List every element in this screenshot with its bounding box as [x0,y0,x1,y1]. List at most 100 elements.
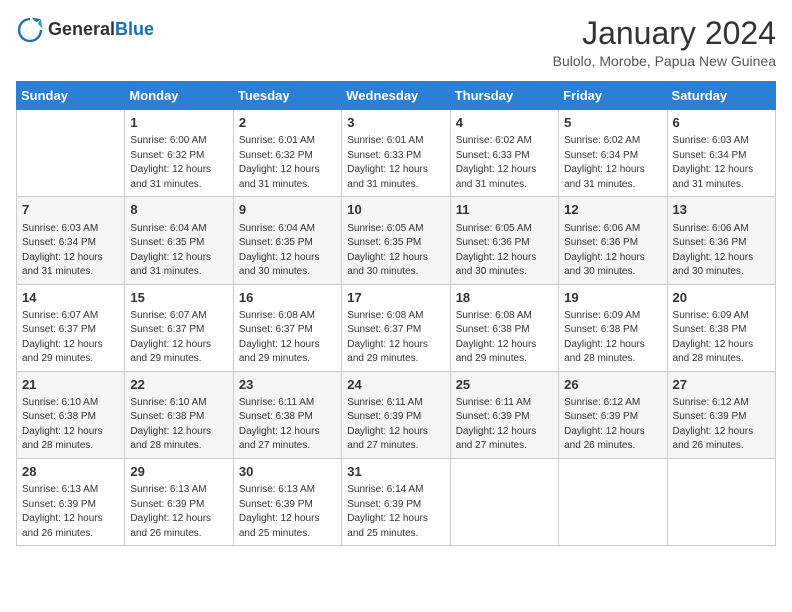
day-info: Sunrise: 6:13 AMSunset: 6:39 PMDaylight:… [22,483,119,541]
logo-general: General [48,19,115,39]
logo-text: GeneralBlue [48,20,154,40]
week-row-1: 1 Sunrise: 6:00 AMSunset: 6:32 PMDaylight… [17,110,776,197]
day-number: 13 [673,201,770,219]
day-info: Sunrise: 6:02 AMSunset: 6:34 PMDaylight:… [564,134,661,192]
week-row-4: 21Sunrise: 6:10 AMSunset: 6:38 PMDayligh… [17,371,776,458]
day-info: Sunrise: 6:03 AMSunset: 6:34 PMDaylight:… [673,134,770,192]
day-info: Sunrise: 6:12 AMSunset: 6:39 PMDaylight:… [564,396,661,454]
calendar-cell: 2Sunrise: 6:01 AMSunset: 6:32 PMDaylight… [233,110,341,197]
calendar-cell: 9 Sunrise: 6:04 AMSunset: 6:35 PMDaylight… [233,197,341,284]
col-header-thursday: Thursday [450,82,558,110]
calendar-cell: 13 Sunrise: 6:06 AMSunset: 6:36 PMDayligh… [667,197,775,284]
day-number: 19 [564,289,661,307]
calendar-cell: 7Sunrise: 6:03 AMSunset: 6:34 PMDaylight… [17,197,125,284]
day-info: Sunrise: 6:10 AMSunset: 6:38 PMDaylight:… [22,396,119,454]
day-number: 14 [22,289,119,307]
day-number: 8 [130,201,227,219]
day-info: Sunrise: 6:11 AMSunset: 6:39 PMDaylight:… [456,396,553,454]
day-number: 29 [130,463,227,481]
calendar-cell: 3 Sunrise: 6:01 AMSunset: 6:33 PMDaylight… [342,110,450,197]
calendar-cell: 27 Sunrise: 6:12 AMSunset: 6:39 PMDayligh… [667,371,775,458]
day-info: Sunrise: 6:07 AMSunset: 6:37 PMDaylight:… [22,309,119,367]
calendar-cell: 29 Sunrise: 6:13 AMSunset: 6:39 PMDayligh… [125,458,233,545]
day-info: Sunrise: 6:13 AMSunset: 6:39 PMDaylight:… [130,483,227,541]
day-info: Sunrise: 6:12 AMSunset: 6:39 PMDaylight:… [673,396,770,454]
day-info: Sunrise: 6:14 AMSunset: 6:39 PMDaylight:… [347,483,444,541]
day-number: 5 [564,114,661,132]
logo: GeneralBlue [16,16,154,44]
calendar-cell: 21Sunrise: 6:10 AMSunset: 6:38 PMDayligh… [17,371,125,458]
calendar-cell [450,458,558,545]
calendar-cell: 10 Sunrise: 6:05 AMSunset: 6:35 PMDayligh… [342,197,450,284]
calendar-cell [17,110,125,197]
day-info: Sunrise: 6:08 AMSunset: 6:38 PMDaylight:… [456,309,553,367]
day-number: 11 [456,201,553,219]
day-number: 30 [239,463,336,481]
calendar-header-row: SundayMondayTuesdayWednesdayThursdayFrid… [17,82,776,110]
calendar-cell: 28 Sunrise: 6:13 AMSunset: 6:39 PMDayligh… [17,458,125,545]
day-number: 2 [239,114,336,132]
calendar-cell: 12 Sunrise: 6:06 AMSunset: 6:36 PMDayligh… [559,197,667,284]
col-header-monday: Monday [125,82,233,110]
calendar-cell: 26 Sunrise: 6:12 AMSunset: 6:39 PMDayligh… [559,371,667,458]
day-number: 26 [564,376,661,394]
calendar-cell: 25 Sunrise: 6:11 AMSunset: 6:39 PMDayligh… [450,371,558,458]
col-header-saturday: Saturday [667,82,775,110]
calendar-cell: 24 Sunrise: 6:11 AMSunset: 6:39 PMDayligh… [342,371,450,458]
day-info: Sunrise: 6:09 AMSunset: 6:38 PMDaylight:… [673,309,770,367]
col-header-tuesday: Tuesday [233,82,341,110]
calendar-cell: 1 Sunrise: 6:00 AMSunset: 6:32 PMDaylight… [125,110,233,197]
calendar-cell: 14 Sunrise: 6:07 AMSunset: 6:37 PMDayligh… [17,284,125,371]
day-info: Sunrise: 6:07 AMSunset: 6:37 PMDaylight:… [130,309,227,367]
day-info: Sunrise: 6:00 AMSunset: 6:32 PMDaylight:… [130,134,227,192]
calendar-cell: 16Sunrise: 6:08 AMSunset: 6:37 PMDayligh… [233,284,341,371]
day-number: 22 [130,376,227,394]
calendar-cell: 11Sunrise: 6:05 AMSunset: 6:36 PMDayligh… [450,197,558,284]
day-info: Sunrise: 6:11 AMSunset: 6:39 PMDaylight:… [347,396,444,454]
day-info: Sunrise: 6:06 AMSunset: 6:36 PMDaylight:… [673,222,770,280]
day-number: 28 [22,463,119,481]
location-subtitle: Bulolo, Morobe, Papua New Guinea [553,53,776,69]
day-number: 27 [673,376,770,394]
day-info: Sunrise: 6:11 AMSunset: 6:38 PMDaylight:… [239,396,336,454]
day-info: Sunrise: 6:10 AMSunset: 6:38 PMDaylight:… [130,396,227,454]
day-number: 12 [564,201,661,219]
day-info: Sunrise: 6:04 AMSunset: 6:35 PMDaylight:… [130,222,227,280]
day-info: Sunrise: 6:05 AMSunset: 6:35 PMDaylight:… [347,222,444,280]
week-row-2: 7Sunrise: 6:03 AMSunset: 6:34 PMDaylight… [17,197,776,284]
calendar-cell [559,458,667,545]
day-number: 9 [239,201,336,219]
day-number: 10 [347,201,444,219]
calendar-cell: 15 Sunrise: 6:07 AMSunset: 6:37 PMDayligh… [125,284,233,371]
day-number: 3 [347,114,444,132]
day-info: Sunrise: 6:02 AMSunset: 6:33 PMDaylight:… [456,134,553,192]
logo-blue: Blue [115,19,154,39]
day-info: Sunrise: 6:01 AMSunset: 6:33 PMDaylight:… [347,134,444,192]
week-row-5: 28 Sunrise: 6:13 AMSunset: 6:39 PMDayligh… [17,458,776,545]
day-number: 17 [347,289,444,307]
day-number: 16 [239,289,336,307]
col-header-sunday: Sunday [17,82,125,110]
day-number: 1 [130,114,227,132]
col-header-friday: Friday [559,82,667,110]
calendar-cell: 30Sunrise: 6:13 AMSunset: 6:39 PMDayligh… [233,458,341,545]
logo-icon [16,16,44,44]
day-number: 25 [456,376,553,394]
calendar-cell: 8 Sunrise: 6:04 AMSunset: 6:35 PMDaylight… [125,197,233,284]
calendar-cell: 31Sunrise: 6:14 AMSunset: 6:39 PMDayligh… [342,458,450,545]
day-info: Sunrise: 6:04 AMSunset: 6:35 PMDaylight:… [239,222,336,280]
calendar-cell: 4 Sunrise: 6:02 AMSunset: 6:33 PMDaylight… [450,110,558,197]
month-year-title: January 2024 [553,16,776,51]
day-number: 15 [130,289,227,307]
day-number: 7 [22,201,119,219]
col-header-wednesday: Wednesday [342,82,450,110]
day-number: 23 [239,376,336,394]
page-header: GeneralBlue January 2024 Bulolo, Morobe,… [16,16,776,69]
day-number: 24 [347,376,444,394]
calendar-cell: 22 Sunrise: 6:10 AMSunset: 6:38 PMDayligh… [125,371,233,458]
week-row-3: 14 Sunrise: 6:07 AMSunset: 6:37 PMDayligh… [17,284,776,371]
day-number: 4 [456,114,553,132]
calendar-cell: 5 Sunrise: 6:02 AMSunset: 6:34 PMDaylight… [559,110,667,197]
calendar-table: SundayMondayTuesdayWednesdayThursdayFrid… [16,81,776,546]
day-info: Sunrise: 6:06 AMSunset: 6:36 PMDaylight:… [564,222,661,280]
